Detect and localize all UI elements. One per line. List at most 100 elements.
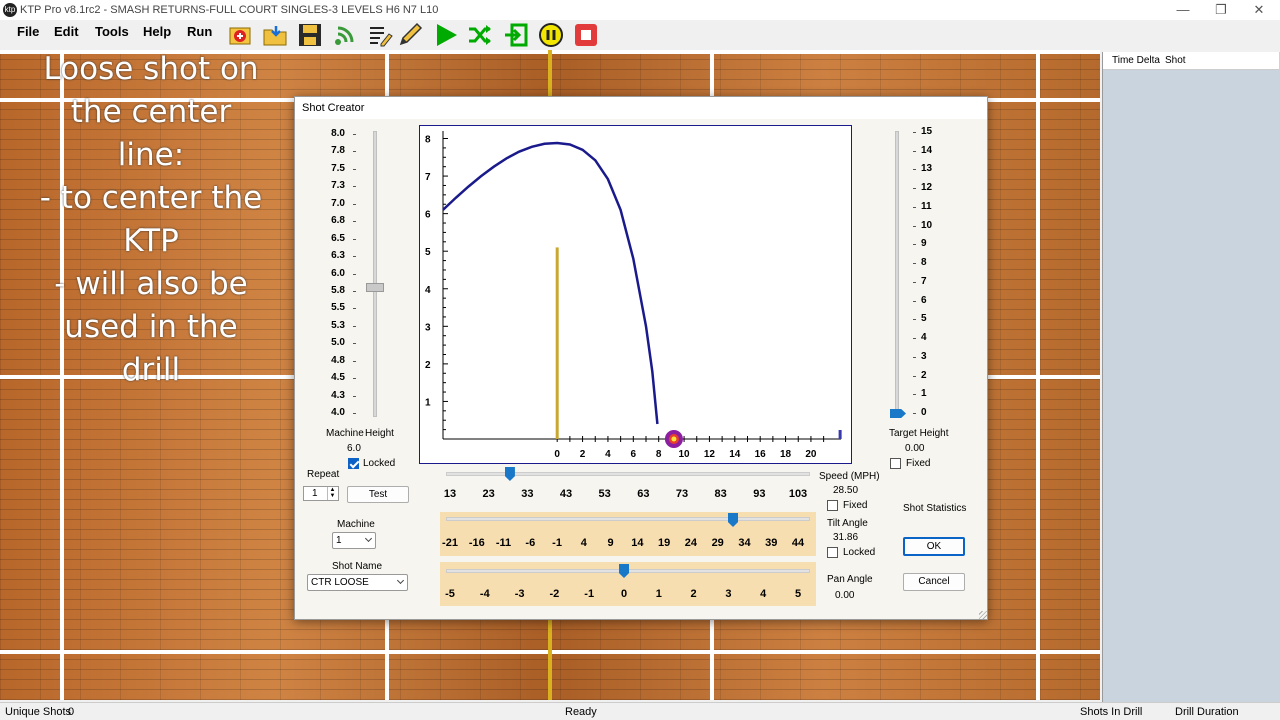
scale-tick-label: 1	[921, 388, 927, 400]
x-tick-label: 12	[704, 449, 716, 460]
scale-tick-label: 4.5	[331, 372, 345, 384]
x-tick-label: 2	[580, 449, 586, 460]
scale-tick-label: 15	[921, 126, 933, 137]
signal-icon[interactable]	[331, 21, 359, 49]
scale-tick-label: 73	[675, 488, 689, 500]
scale-tick-mark	[913, 413, 916, 414]
spinner-arrows-icon[interactable]: ▲ ▼	[327, 487, 337, 500]
scale-tick-label: 9	[921, 238, 927, 250]
repeat-spinner[interactable]: 1 ▲ ▼	[303, 486, 339, 501]
x-tick-label: 6	[631, 449, 637, 460]
enter-icon[interactable]	[502, 21, 530, 49]
tilt-slider[interactable]: -21 -16 -11 -6 -1 4 9 14 19 24 29 34 39 44	[440, 512, 816, 556]
play-icon[interactable]	[432, 21, 460, 49]
machine-height-thumb[interactable]	[366, 283, 384, 293]
caption-line: the center	[70, 94, 232, 130]
shot-statistics-label[interactable]: Shot Statistics	[903, 503, 966, 514]
shots-in-drill-label: Shots In Drill	[1080, 706, 1143, 718]
test-button[interactable]: Test	[347, 486, 409, 503]
stop-icon[interactable]	[572, 21, 600, 49]
caption-overlay: Loose shot on the center line: - to cent…	[6, 48, 296, 392]
target-height-fixed-checkbox[interactable]	[890, 458, 901, 469]
tilt-thumb[interactable]	[728, 513, 738, 527]
restore-icon[interactable]: ❐	[1206, 1, 1236, 19]
scale-tick-label: 29	[711, 537, 724, 549]
target-height-thumb[interactable]	[890, 409, 906, 418]
x-tick-label: 10	[679, 449, 691, 460]
scale-tick-label: 6.0	[331, 267, 345, 279]
edit-list-icon[interactable]	[366, 21, 394, 49]
column-shot[interactable]: Shot	[1165, 55, 1186, 66]
resize-grip-icon[interactable]	[979, 611, 987, 619]
scale-tick-mark	[353, 308, 356, 310]
scale-tick-label: 5.3	[331, 319, 345, 331]
scale-tick-label: 5	[921, 313, 927, 325]
minimize-icon[interactable]: —	[1168, 1, 1198, 19]
column-time-delta[interactable]: Time Delta	[1112, 55, 1160, 66]
open-folder-icon[interactable]	[261, 21, 289, 49]
trajectory-chart: 876543210 2 4 6 8 10 12 14 16 18 20	[419, 125, 852, 464]
speed-slider[interactable]: 13 23 33 43 53 63 73 83 93 103	[440, 467, 816, 511]
scale-tick-label: 6.8	[331, 215, 345, 227]
scale-tick-label: 24	[684, 537, 698, 549]
tilt-locked-label: Locked	[843, 547, 876, 558]
scale-tick-mark	[913, 188, 916, 190]
chevron-down-icon	[364, 534, 373, 543]
pan-thumb[interactable]	[619, 564, 629, 578]
scale-tick-label: -2	[549, 588, 560, 600]
y-tick-label: 5	[425, 247, 431, 258]
scale-tick-label: 13	[921, 163, 933, 175]
machine-height-locked-checkbox[interactable]	[348, 458, 359, 469]
pan-slider[interactable]: -5 -4 -3 -2 -1 0 1 2 3 4 5	[440, 562, 816, 606]
x-tick-label: 20	[805, 449, 817, 460]
scale-tick-label: 7	[921, 275, 927, 287]
menu-help[interactable]: Help	[143, 24, 171, 39]
tilt-track[interactable]	[446, 517, 810, 521]
machine-height-locked-label: Locked	[363, 458, 396, 469]
scale-tick-label: 14	[631, 537, 644, 549]
caption-line: - will also be	[54, 266, 248, 302]
scale-tick-label: 19	[658, 537, 671, 549]
add-shot-icon[interactable]	[226, 21, 254, 49]
app-logo-icon: ktp	[3, 3, 17, 17]
close-icon[interactable]: ✕	[1244, 1, 1274, 19]
scale-tick-label: 6.5	[331, 232, 345, 244]
scale-tick-label: 6	[921, 294, 927, 306]
scale-tick-mark	[913, 338, 916, 340]
pan-label: Pan Angle	[827, 574, 873, 585]
menu-run[interactable]: Run	[187, 24, 212, 39]
menu-tools[interactable]: Tools	[95, 24, 129, 39]
shot-name-select[interactable]: CTR LOOSE	[307, 574, 408, 591]
x-tick-label: 0	[554, 449, 560, 460]
scale-tick-label: 93	[753, 488, 766, 500]
pause-icon[interactable]	[537, 21, 565, 49]
scale-tick-mark	[353, 151, 356, 153]
ok-button[interactable]: OK	[903, 537, 965, 556]
tilt-locked-checkbox[interactable]	[827, 547, 838, 558]
x-tick-label: 14	[729, 449, 741, 460]
speed-thumb[interactable]	[504, 467, 515, 481]
x-tick-label: 16	[755, 449, 767, 460]
shot-list-panel[interactable]: Time Delta Shot	[1102, 52, 1280, 702]
scale-tick-label: 1	[655, 588, 662, 600]
tilt-label: Tilt Angle	[827, 518, 868, 529]
speed-fixed-checkbox[interactable]	[827, 500, 838, 511]
menu-file[interactable]: File	[17, 24, 39, 39]
scale-tick-mark	[913, 150, 916, 152]
scale-tick-label: 2	[921, 369, 927, 381]
machine-height-track[interactable]	[373, 131, 377, 417]
scale-tick-label: 6.3	[331, 250, 345, 262]
speed-track[interactable]	[446, 472, 810, 476]
status-text: Ready	[565, 706, 597, 718]
machine-select-value: 1	[336, 535, 342, 546]
cancel-button[interactable]: Cancel	[903, 573, 965, 591]
scale-tick-label: 39	[765, 537, 778, 549]
target-height-track[interactable]	[895, 131, 899, 417]
machine-select[interactable]: 1	[332, 532, 376, 549]
save-disk-icon[interactable]	[296, 21, 324, 49]
shuffle-icon[interactable]	[466, 21, 494, 49]
scale-tick-mark	[353, 256, 356, 258]
menu-edit[interactable]: Edit	[54, 24, 79, 39]
court-line-right-side	[1036, 50, 1040, 700]
pencil-icon[interactable]	[396, 21, 424, 49]
